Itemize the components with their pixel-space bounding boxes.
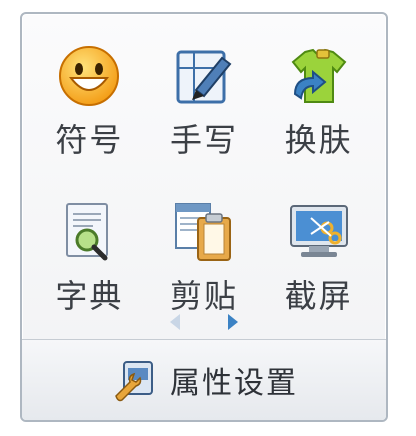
tool-symbols[interactable]: 符号 [40,32,138,182]
settings-label: 属性设置 [170,366,298,401]
arrow-left-icon[interactable] [168,312,182,332]
settings-wrench-icon [115,361,153,402]
tool-handwriting-label: 手写 [169,121,238,159]
clipboard-icon [174,203,231,261]
pen-on-paper-icon [176,50,232,104]
tool-skin[interactable]: 换肤 [270,32,368,182]
monitor-scissors-icon [289,205,348,257]
tool-grid: 符号 手写 换肤 字典 剪贴 截屏 [22,32,386,338]
tool-screenshot-label: 截屏 [284,277,353,315]
tool-dictionary-label: 字典 [55,277,124,315]
shirt-swap-icon [291,48,347,103]
tool-symbols-label: 符号 [55,121,124,159]
arrow-right-icon[interactable] [226,312,240,332]
pager [22,312,386,332]
tool-row-1: 符号 手写 换肤 [22,32,386,182]
toolbox-panel: 符号 手写 换肤 字典 剪贴 截屏 属性设置 [20,12,388,422]
tool-skin-label: 换肤 [284,121,353,159]
document-magnifier-icon [66,203,109,261]
smiley-face-icon [59,46,120,106]
tool-handwriting[interactable]: 手写 [155,32,253,182]
tool-clipboard-label: 剪贴 [169,277,238,315]
settings-button[interactable]: 属性设置 [22,339,386,420]
